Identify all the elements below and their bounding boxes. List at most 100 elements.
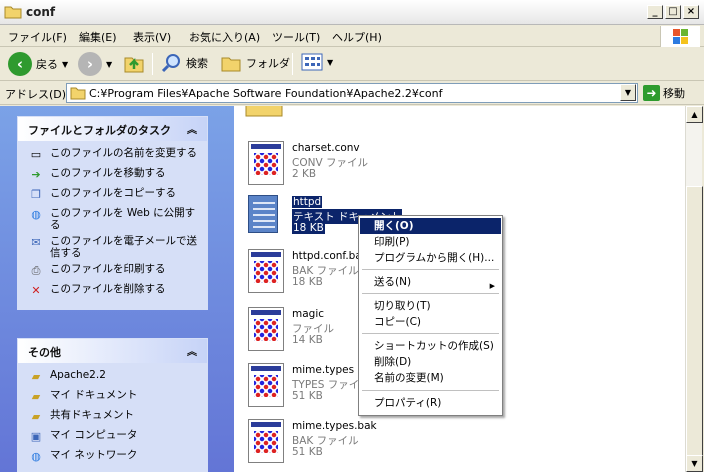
task-label: このファイルをコピーする (50, 187, 176, 199)
menu-help[interactable]: ヘルプ(H) (332, 29, 382, 45)
menu-open-with[interactable]: プログラムから開く(H)... (360, 250, 501, 266)
menu-properties[interactable]: プロパティ(R) (360, 395, 501, 411)
address-dropdown-button[interactable]: ▼ (620, 84, 636, 101)
title-bar: conf _ □ × (0, 0, 704, 25)
menu-rename[interactable]: 名前の変更(M) (360, 370, 501, 386)
place-apache[interactable]: ▰ Apache2.2 (28, 369, 199, 385)
place-label: マイ ドキュメント (50, 389, 138, 401)
task-label: このファイルを移動する (50, 167, 166, 179)
search-label: 検索 (186, 57, 208, 70)
menu-send-to[interactable]: 送る(N) ▶ (360, 274, 501, 290)
place-shared-documents[interactable]: ▰ 共有ドキュメント (28, 409, 199, 425)
task-label: このファイルの名前を変更する (50, 147, 197, 159)
go-button[interactable]: ➜ 移動 (643, 85, 685, 101)
task-move[interactable]: ➔ このファイルを移動する (28, 167, 199, 183)
task-label: このファイルを削除する (50, 283, 166, 295)
menu-view[interactable]: 表示(V) (133, 29, 171, 45)
file-icon (248, 141, 284, 185)
menu-delete[interactable]: 削除(D) (360, 354, 501, 370)
menu-separator (362, 333, 499, 334)
go-label: 移動 (663, 87, 685, 100)
menu-file[interactable]: ファイル(F) (8, 29, 67, 45)
menu-separator (362, 269, 499, 270)
menu-separator (362, 390, 499, 391)
place-my-documents[interactable]: ▰ マイ ドキュメント (28, 389, 199, 405)
scroll-up-button[interactable]: ▲ (686, 106, 703, 123)
file-icon (248, 363, 284, 407)
folders-icon (221, 57, 241, 72)
scroll-thumb[interactable] (686, 186, 703, 472)
windows-logo-icon (660, 26, 700, 47)
menu-edit[interactable]: 編集(E) (79, 29, 117, 45)
task-pane: ファイルとフォルダのタスク ︽ ▭ このファイルの名前を変更する ➔ このファイ… (0, 106, 234, 472)
search-button[interactable]: 検索 (160, 52, 208, 74)
search-icon (161, 54, 180, 73)
folder-icon (4, 6, 22, 19)
minimize-button[interactable]: _ (647, 5, 663, 19)
menu-create-shortcut[interactable]: ショートカットの作成(S) (360, 338, 501, 354)
place-my-network[interactable]: ◍ マイ ネットワーク (28, 449, 199, 465)
menu-bar: ファイル(F) 編集(E) 表示(V) お気に入り(A) ツール(T) ヘルプ(… (0, 25, 704, 47)
menu-print[interactable]: 印刷(P) (360, 234, 501, 250)
folder-icon: ▰ (31, 370, 41, 383)
menu-cut[interactable]: 切り取り(T) (360, 298, 501, 314)
task-label: このファイルを電子メールで送信する (50, 235, 197, 259)
task-copy[interactable]: ❐ このファイルをコピーする (28, 187, 199, 203)
file-name: magic (292, 308, 325, 320)
forward-button[interactable]: › ▼ (78, 52, 112, 76)
menu-tools[interactable]: ツール(T) (272, 29, 320, 45)
back-label: 戻る (36, 58, 58, 71)
folders-label: フォルダ (246, 57, 290, 70)
file-size: 2 KB (292, 168, 317, 180)
network-icon: ◍ (31, 450, 41, 463)
submenu-arrow-icon: ▶ (489, 282, 495, 290)
other-places-panel: その他 ︽ ▰ Apache2.2 ▰ マイ ドキュメント ▰ 共有ドキュメント… (17, 338, 208, 472)
task-publish-web[interactable]: ◍ このファイルを Web に公開する (28, 207, 199, 231)
file-icon (248, 307, 284, 351)
collapse-chevron-icon[interactable]: ︽ (187, 343, 197, 358)
task-delete[interactable]: ✕ このファイルを削除する (28, 283, 199, 299)
close-button[interactable]: × (683, 5, 699, 19)
address-path: C:¥Program Files¥Apache Software Foundat… (89, 87, 443, 100)
forward-arrow-icon: › (78, 52, 102, 76)
file-icon (248, 249, 284, 293)
views-button[interactable]: ▼ (301, 52, 333, 72)
file-size: 18 KB (292, 276, 323, 288)
task-rename[interactable]: ▭ このファイルの名前を変更する (28, 147, 199, 163)
address-input[interactable]: C:¥Program Files¥Apache Software Foundat… (66, 83, 638, 103)
file-size: 51 KB (292, 446, 323, 458)
up-folder-button[interactable] (123, 52, 145, 74)
menu-favorites[interactable]: お気に入り(A) (189, 29, 260, 45)
up-folder-icon (124, 57, 144, 73)
menu-copy[interactable]: コピー(C) (360, 314, 501, 330)
window-title: conf (26, 5, 56, 19)
maximize-button[interactable]: □ (665, 5, 681, 19)
place-my-computer[interactable]: ▣ マイ コンピュータ (28, 429, 199, 445)
folder-icon: ▰ (31, 390, 41, 403)
place-label: マイ ネットワーク (50, 449, 138, 461)
place-label: マイ コンピュータ (50, 429, 138, 441)
task-print[interactable]: ⎙ このファイルを印刷する (28, 263, 199, 279)
toolbar: ‹ 戻る ▼ › ▼ 検索 フォルダ ▼ (0, 47, 704, 81)
vertical-scrollbar[interactable]: ▲ ▼ (685, 106, 703, 472)
collapse-chevron-icon[interactable]: ︽ (187, 121, 197, 136)
text-document-icon (248, 195, 278, 233)
folders-button[interactable]: フォルダ (220, 52, 290, 74)
chevron-down-icon: ▼ (62, 59, 69, 69)
back-button[interactable]: ‹ 戻る ▼ (8, 52, 68, 76)
menu-open[interactable]: 開く(O) (360, 218, 501, 234)
scroll-down-button[interactable]: ▼ (686, 455, 703, 472)
file-size: 51 KB (292, 390, 323, 402)
file-tasks-header[interactable]: ファイルとフォルダのタスク ︽ (18, 117, 207, 141)
place-label: Apache2.2 (50, 369, 106, 381)
file-name: mime.types (292, 364, 355, 376)
task-email[interactable]: ✉ このファイルを電子メールで送信する (28, 235, 199, 259)
file-item[interactable]: charset.conv CONV ファイル 2 KB (234, 138, 394, 194)
go-arrow-icon: ➜ (643, 85, 660, 101)
back-arrow-icon: ‹ (8, 52, 32, 76)
file-size: 18 KB (292, 222, 325, 234)
chevron-down-icon: ▼ (106, 59, 113, 69)
file-item[interactable]: mime.types.bak BAK ファイル 51 KB (234, 416, 394, 472)
other-places-header[interactable]: その他 ︽ (18, 339, 207, 363)
delete-icon: ✕ (31, 284, 41, 297)
